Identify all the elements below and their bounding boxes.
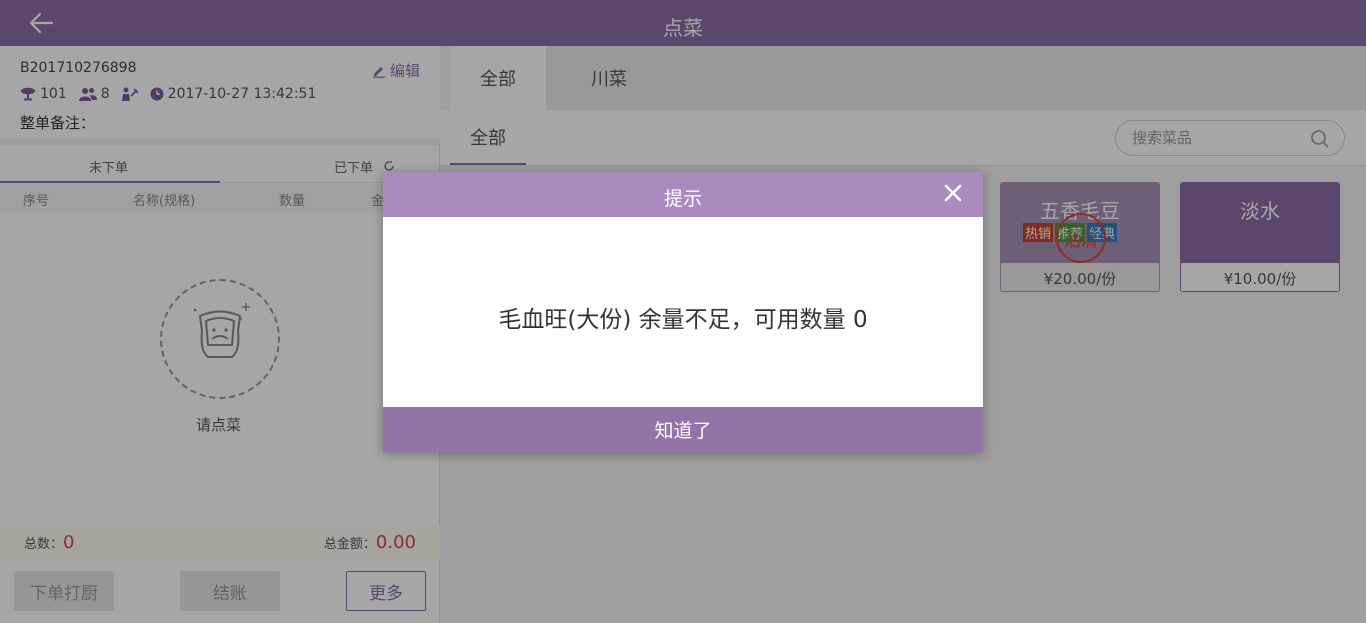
dialog-message: 毛血旺(大份) 余量不足，可用数量 0 bbox=[498, 307, 868, 333]
dialog-title: 提示 bbox=[663, 188, 702, 210]
dialog-ok-button[interactable]: 知道了 bbox=[383, 407, 983, 452]
close-icon[interactable] bbox=[943, 183, 963, 203]
dialog-header: 提示 bbox=[383, 172, 983, 217]
alert-dialog: 提示 毛血旺(大份) 余量不足，可用数量 0 知道了 bbox=[383, 172, 983, 452]
